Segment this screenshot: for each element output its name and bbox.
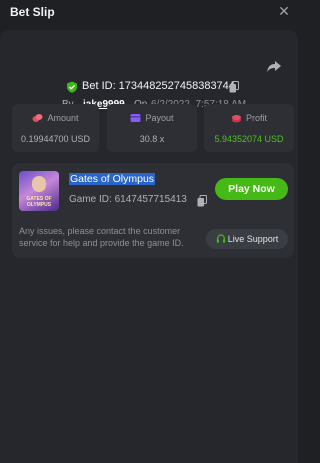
game-card: GATES OF OLYMPUS Gates of Olympus Game I… xyxy=(12,163,294,258)
bet-slip-title: Bet Slip xyxy=(10,5,55,19)
copy-icon[interactable] xyxy=(197,195,207,207)
amount-label: Amount xyxy=(47,113,79,123)
shield-check-icon xyxy=(67,81,77,93)
profit-stat: Profit 5.94352074 USD xyxy=(204,104,294,152)
card-icon xyxy=(130,114,141,122)
payout-label: Payout xyxy=(145,113,174,123)
payout-stat: Payout 30.8 x xyxy=(107,104,197,152)
thumbnail-logo: GATES OF OLYMPUS xyxy=(26,196,52,208)
play-now-button[interactable]: Play Now xyxy=(215,178,288,200)
payout-value: 30.8 x xyxy=(139,134,165,144)
profit-value: 5.94352074 USD xyxy=(214,134,284,144)
coins-icon xyxy=(231,115,241,123)
amount-value: 0.19944700 USD xyxy=(20,134,91,144)
headset-icon xyxy=(216,234,225,243)
game-thumbnail[interactable]: GATES OF OLYMPUS xyxy=(19,171,59,211)
live-support-label: Live Support xyxy=(227,234,279,244)
profit-label: Profit xyxy=(245,113,267,123)
close-icon[interactable]: ✕ xyxy=(276,3,292,19)
bet-id: Bet ID: 1734482527458383744 xyxy=(82,80,235,92)
coins-icon xyxy=(32,114,43,122)
zeus-figure xyxy=(32,176,46,192)
support-notice: Any issues, please contact the customer … xyxy=(19,226,184,248)
live-support-button[interactable]: Live Support xyxy=(206,229,288,249)
bet-id-row: Bet ID: 1734482527458383744 xyxy=(0,80,298,94)
copy-icon[interactable] xyxy=(229,81,239,93)
share-icon[interactable] xyxy=(266,58,282,74)
bet-slip-header: Bet Slip ✕ xyxy=(0,0,298,28)
game-name[interactable]: Gates of Olympus xyxy=(69,173,156,185)
amount-stat: Amount 0.19944700 USD xyxy=(12,104,99,152)
game-id: Game ID: 6147457715413 xyxy=(69,194,187,205)
